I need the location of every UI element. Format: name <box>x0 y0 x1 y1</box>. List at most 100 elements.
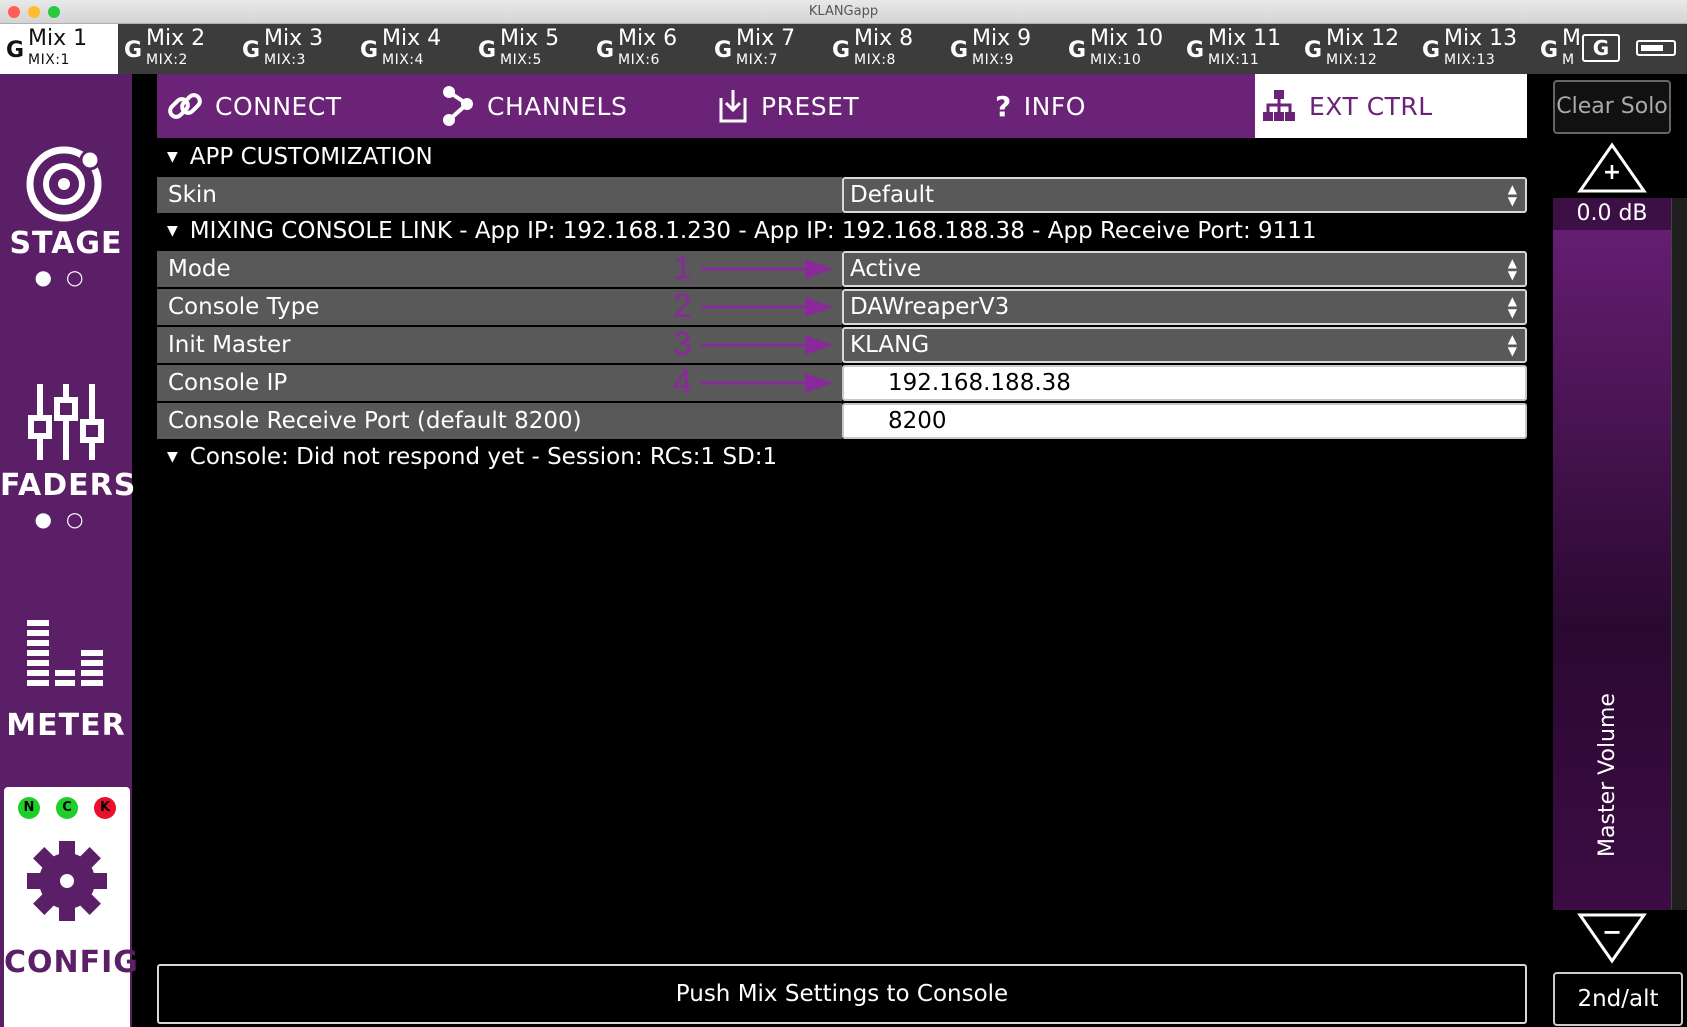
mix-tab-name: Mix 10 <box>1090 26 1164 51</box>
faders-page-dots[interactable]: ●○ <box>0 507 132 531</box>
plus-icon: + <box>1602 160 1622 185</box>
sidebar-item-config[interactable]: N C K CONFIG <box>4 787 138 1027</box>
app-window: KLANGapp G Mix 1 MIX:1 G Mix 2 MIX:2 G Mix 3 MIX… <box>0 0 1687 1027</box>
mode-row: Mode Active ▲ ▼ <box>157 251 1527 287</box>
g-logo-icon: G <box>1422 38 1441 63</box>
init-master-select[interactable]: KLANG ▲ ▼ <box>842 327 1527 363</box>
mix-tab-sub: MIX:10 <box>1090 52 1142 68</box>
mix-tab-name: Mix 6 <box>618 26 678 51</box>
tab-ext-ctrl[interactable]: EXT CTRL <box>1255 74 1527 138</box>
mix-tab-13[interactable]: G Mix 13 MIX:13 <box>1416 24 1534 74</box>
top-nav: CONNECT CHANNELS PRESET ? INFO EXT CTRL <box>157 74 1527 138</box>
tab-connect[interactable]: CONNECT <box>167 74 407 138</box>
mix-tab-11[interactable]: G Mix 11 MIX:11 <box>1180 24 1298 74</box>
mix-tab-3[interactable]: G Mix 3 MIX:3 <box>236 24 354 74</box>
faders-icon <box>28 384 104 460</box>
g-logo-icon: G <box>1540 38 1559 63</box>
mix-tab-8[interactable]: G Mix 8 MIX:8 <box>826 24 944 74</box>
console-port-row: Console Receive Port (default 8200) 8200 <box>157 403 1527 439</box>
console-ip-row: Console IP 192.168.188.38 <box>157 365 1527 401</box>
push-mix-settings-button[interactable]: Push Mix Settings to Console <box>157 964 1527 1024</box>
battery-icon <box>1636 40 1676 56</box>
tab-ext-ctrl-label: EXT CTRL <box>1309 91 1433 121</box>
mix-tab-name: Mix 12 <box>1326 26 1400 51</box>
mixing-console-link-header[interactable]: ▼ MIXING CONSOLE LINK - App IP: 192.168.1… <box>167 218 1317 244</box>
mode-select-value: Active <box>850 256 922 282</box>
mix-tab-6[interactable]: G Mix 6 MIX:6 <box>590 24 708 74</box>
mix-tab-7[interactable]: G Mix 7 MIX:7 <box>708 24 826 74</box>
mix-tab-12[interactable]: G Mix 12 MIX:12 <box>1298 24 1416 74</box>
g-logo-icon: G <box>596 38 615 63</box>
sidebar-item-faders[interactable]: FADERS ●○ <box>0 380 135 531</box>
mix-tab-sub: MIX:13 <box>1444 52 1496 68</box>
mix-tab-sub: MIX:1 <box>28 52 70 68</box>
mix-tab-9[interactable]: G Mix 9 MIX:9 <box>944 24 1062 74</box>
mix-tab-sub: MIX:5 <box>500 52 542 68</box>
annotation-1-number: 1 <box>673 249 692 287</box>
arrow-right-icon <box>701 259 833 279</box>
console-ip-input[interactable]: 192.168.188.38 <box>842 365 1527 401</box>
clear-solo-button[interactable]: Clear Solo <box>1553 80 1671 134</box>
mix-tab-sub: MIX:4 <box>382 52 424 68</box>
mix-tab-1[interactable]: G Mix 1 MIX:1 <box>0 24 118 74</box>
skin-label: Skin <box>157 177 842 213</box>
app-customization-header[interactable]: ▼ APP CUSTOMIZATION <box>167 144 433 170</box>
mix-tab-5[interactable]: G Mix 5 MIX:5 <box>472 24 590 74</box>
network-icon <box>1261 88 1297 124</box>
g-logo-icon: G <box>1304 38 1323 63</box>
collapse-triangle-icon: ▼ <box>167 223 178 239</box>
volume-down-button[interactable]: − <box>1577 912 1647 964</box>
mode-select[interactable]: Active ▲ ▼ <box>842 251 1527 287</box>
console-type-select-value: DAWreaperV3 <box>850 294 1010 320</box>
sidebar: STAGE ●○ FADERS ●○ METER N C K CONFIG <box>0 74 138 1027</box>
mix-tab-name: Mix 11 <box>1208 26 1282 51</box>
g-logo-icon[interactable]: G <box>1582 34 1620 62</box>
window-title: KLANGapp <box>808 4 879 19</box>
mix-tab-4[interactable]: G Mix 4 MIX:4 <box>354 24 472 74</box>
mix-tab-sub: MIX:2 <box>146 52 188 68</box>
mix-tab-sub: MIX:11 <box>1208 52 1260 68</box>
annotation-3-number: 3 <box>673 325 692 363</box>
g-logo-icon: G <box>124 38 143 63</box>
mix-tab-14[interactable]: GMM <box>1534 24 1581 74</box>
collapse-triangle-icon: ▼ <box>167 449 178 465</box>
link-icon <box>167 88 203 124</box>
mix-tab-sub: MIX:12 <box>1326 52 1378 68</box>
select-arrows-icon: ▲ ▼ <box>1507 294 1517 320</box>
meter-icon <box>27 620 103 686</box>
status-n-indicator: N <box>18 797 40 819</box>
sidebar-item-meter[interactable]: METER <box>0 616 132 743</box>
g-logo-icon: G <box>6 38 25 63</box>
console-type-row: Console Type DAWreaperV3 ▲ ▼ <box>157 289 1527 325</box>
2nd-alt-button[interactable]: 2nd/alt <box>1553 972 1683 1026</box>
skin-select-value: Default <box>850 182 935 208</box>
tab-preset[interactable]: PRESET <box>717 74 917 138</box>
mix-tab-name: Mix 9 <box>972 26 1032 51</box>
g-logo-icon: G <box>714 38 733 63</box>
tab-channels[interactable]: CHANNELS <box>439 74 679 138</box>
g-logo-icon: G <box>478 38 497 63</box>
mix-tab-10[interactable]: G Mix 10 MIX:10 <box>1062 24 1180 74</box>
volume-up-button[interactable]: + <box>1577 142 1647 194</box>
sidebar-item-stage[interactable]: STAGE ●○ <box>0 142 132 289</box>
mix-tab-name: M <box>1562 26 1581 51</box>
collapse-triangle-icon: ▼ <box>167 149 178 165</box>
console-port-label: Console Receive Port (default 8200) <box>157 403 842 439</box>
select-arrows-icon: ▲ ▼ <box>1507 256 1517 282</box>
stage-page-dots[interactable]: ●○ <box>0 265 132 289</box>
select-arrows-icon: ▲ ▼ <box>1507 182 1517 208</box>
console-type-select[interactable]: DAWreaperV3 ▲ ▼ <box>842 289 1527 325</box>
arrow-right-icon <box>701 373 833 393</box>
console-port-input[interactable]: 8200 <box>842 403 1527 439</box>
g-logo-icon: G <box>242 38 261 63</box>
skin-select[interactable]: Default ▲ ▼ <box>842 177 1527 213</box>
g-logo-icon: G <box>360 38 379 63</box>
g-logo-icon: G <box>950 38 969 63</box>
g-logo-icon: G <box>832 38 851 63</box>
mix-tab-name: Mix 5 <box>500 26 560 51</box>
console-status-header[interactable]: ▼ Console: Did not respond yet - Session:… <box>167 444 777 470</box>
console-status-text: Console: Did not respond yet - Session: … <box>189 444 778 470</box>
tab-info[interactable]: ? INFO <box>995 74 1175 138</box>
skin-row: Skin Default ▲ ▼ <box>157 177 1527 213</box>
mix-tab-2[interactable]: G Mix 2 MIX:2 <box>118 24 236 74</box>
